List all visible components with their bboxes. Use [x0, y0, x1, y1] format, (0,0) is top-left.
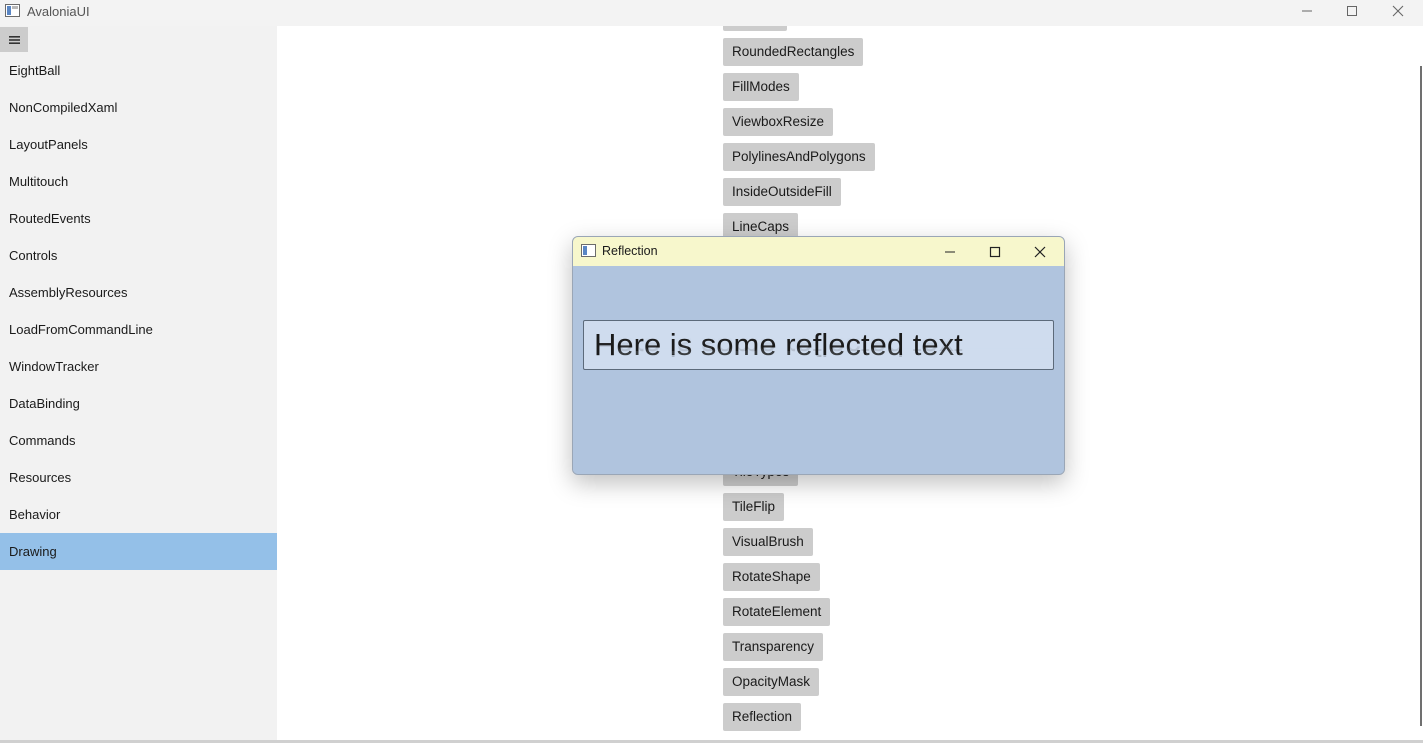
reflection-button[interactable]: Reflection [723, 703, 802, 731]
close-icon [1034, 246, 1046, 258]
tileflip-button[interactable]: TileFlip [723, 493, 785, 521]
window-title: AvaloniaUI [27, 4, 90, 19]
viewboxresize-button[interactable]: ViewboxResize [723, 108, 834, 136]
sidebar-item-resources[interactable]: Resources [0, 459, 277, 496]
sidebar-item-noncompiledxaml[interactable]: NonCompiledXaml [0, 89, 277, 126]
vertical-scrollbar[interactable] [1418, 26, 1423, 740]
sidebar-item-multitouch[interactable]: Multitouch [0, 163, 277, 200]
insideoutsidefill-button[interactable]: InsideOutsideFill [723, 178, 841, 206]
hamburger-icon [8, 35, 20, 44]
dialog-maximize-button[interactable] [975, 241, 1015, 263]
minimize-button[interactable] [1284, 0, 1330, 22]
opacitymask-button[interactable]: OpacityMask [723, 668, 820, 696]
sidebar-item-eightball[interactable]: EightBall [0, 52, 277, 89]
dialog-body: Here is some reflected text Here is some… [573, 266, 1064, 474]
sidebar-item-drawing[interactable]: Drawing [0, 533, 277, 570]
fillmodes-button[interactable]: FillModes [723, 73, 799, 101]
visualbrush-button[interactable]: VisualBrush [723, 528, 813, 556]
sidebar-item-layoutpanels[interactable]: LayoutPanels [0, 126, 277, 163]
dialog-app-icon [581, 244, 596, 257]
roundedrectangles-button[interactable]: RoundedRectangles [723, 38, 864, 66]
maximize-icon [989, 246, 1001, 258]
maximize-button[interactable] [1329, 0, 1375, 22]
sidebar-item-windowtracker[interactable]: WindowTracker [0, 348, 277, 385]
sidebar: EightBall NonCompiledXaml LayoutPanels Mult… [0, 26, 277, 743]
rotateshape-button[interactable]: RotateShape [723, 563, 820, 591]
rotateelement-button[interactable]: RotateElement [723, 598, 831, 626]
polylinesandpolygons-button[interactable]: PolylinesAndPolygons [723, 143, 875, 171]
sidebar-item-behavior[interactable]: Behavior [0, 496, 277, 533]
sidebar-item-routedevents[interactable]: RoutedEvents [0, 200, 277, 237]
sidebar-item-commands[interactable]: Commands [0, 422, 277, 459]
close-icon [1392, 5, 1404, 17]
minimize-icon [1302, 10, 1312, 12]
window-titlebar: AvaloniaUI [0, 0, 1423, 26]
sidebar-item-loadfromcommandline[interactable]: LoadFromCommandLine [0, 311, 277, 348]
sidebar-item-assemblyresources[interactable]: AssemblyResources [0, 274, 277, 311]
scrollbar-thumb[interactable] [1420, 66, 1422, 726]
minimize-icon [945, 251, 955, 253]
sidebar-nav-list: EightBall NonCompiledXaml LayoutPanels Mult… [0, 52, 277, 570]
dialog-titlebar: Reflection [573, 237, 1064, 266]
app-icon [5, 4, 20, 17]
sidebar-item-controls[interactable]: Controls [0, 237, 277, 274]
sidebar-toggle-button[interactable] [0, 27, 28, 52]
maximize-icon [1347, 6, 1357, 16]
text-reflection: Here is some reflected text [583, 320, 1054, 370]
shapes-button[interactable]: Shapes [723, 26, 787, 31]
transparency-button[interactable]: Transparency [723, 633, 824, 661]
close-button[interactable] [1375, 0, 1421, 22]
dialog-title: Reflection [602, 244, 658, 258]
reflection-dialog: Reflection Here is some reflected text H… [572, 236, 1065, 475]
dialog-minimize-button[interactable] [930, 241, 970, 263]
dialog-close-button[interactable] [1020, 241, 1060, 263]
sidebar-item-databinding[interactable]: DataBinding [0, 385, 277, 422]
